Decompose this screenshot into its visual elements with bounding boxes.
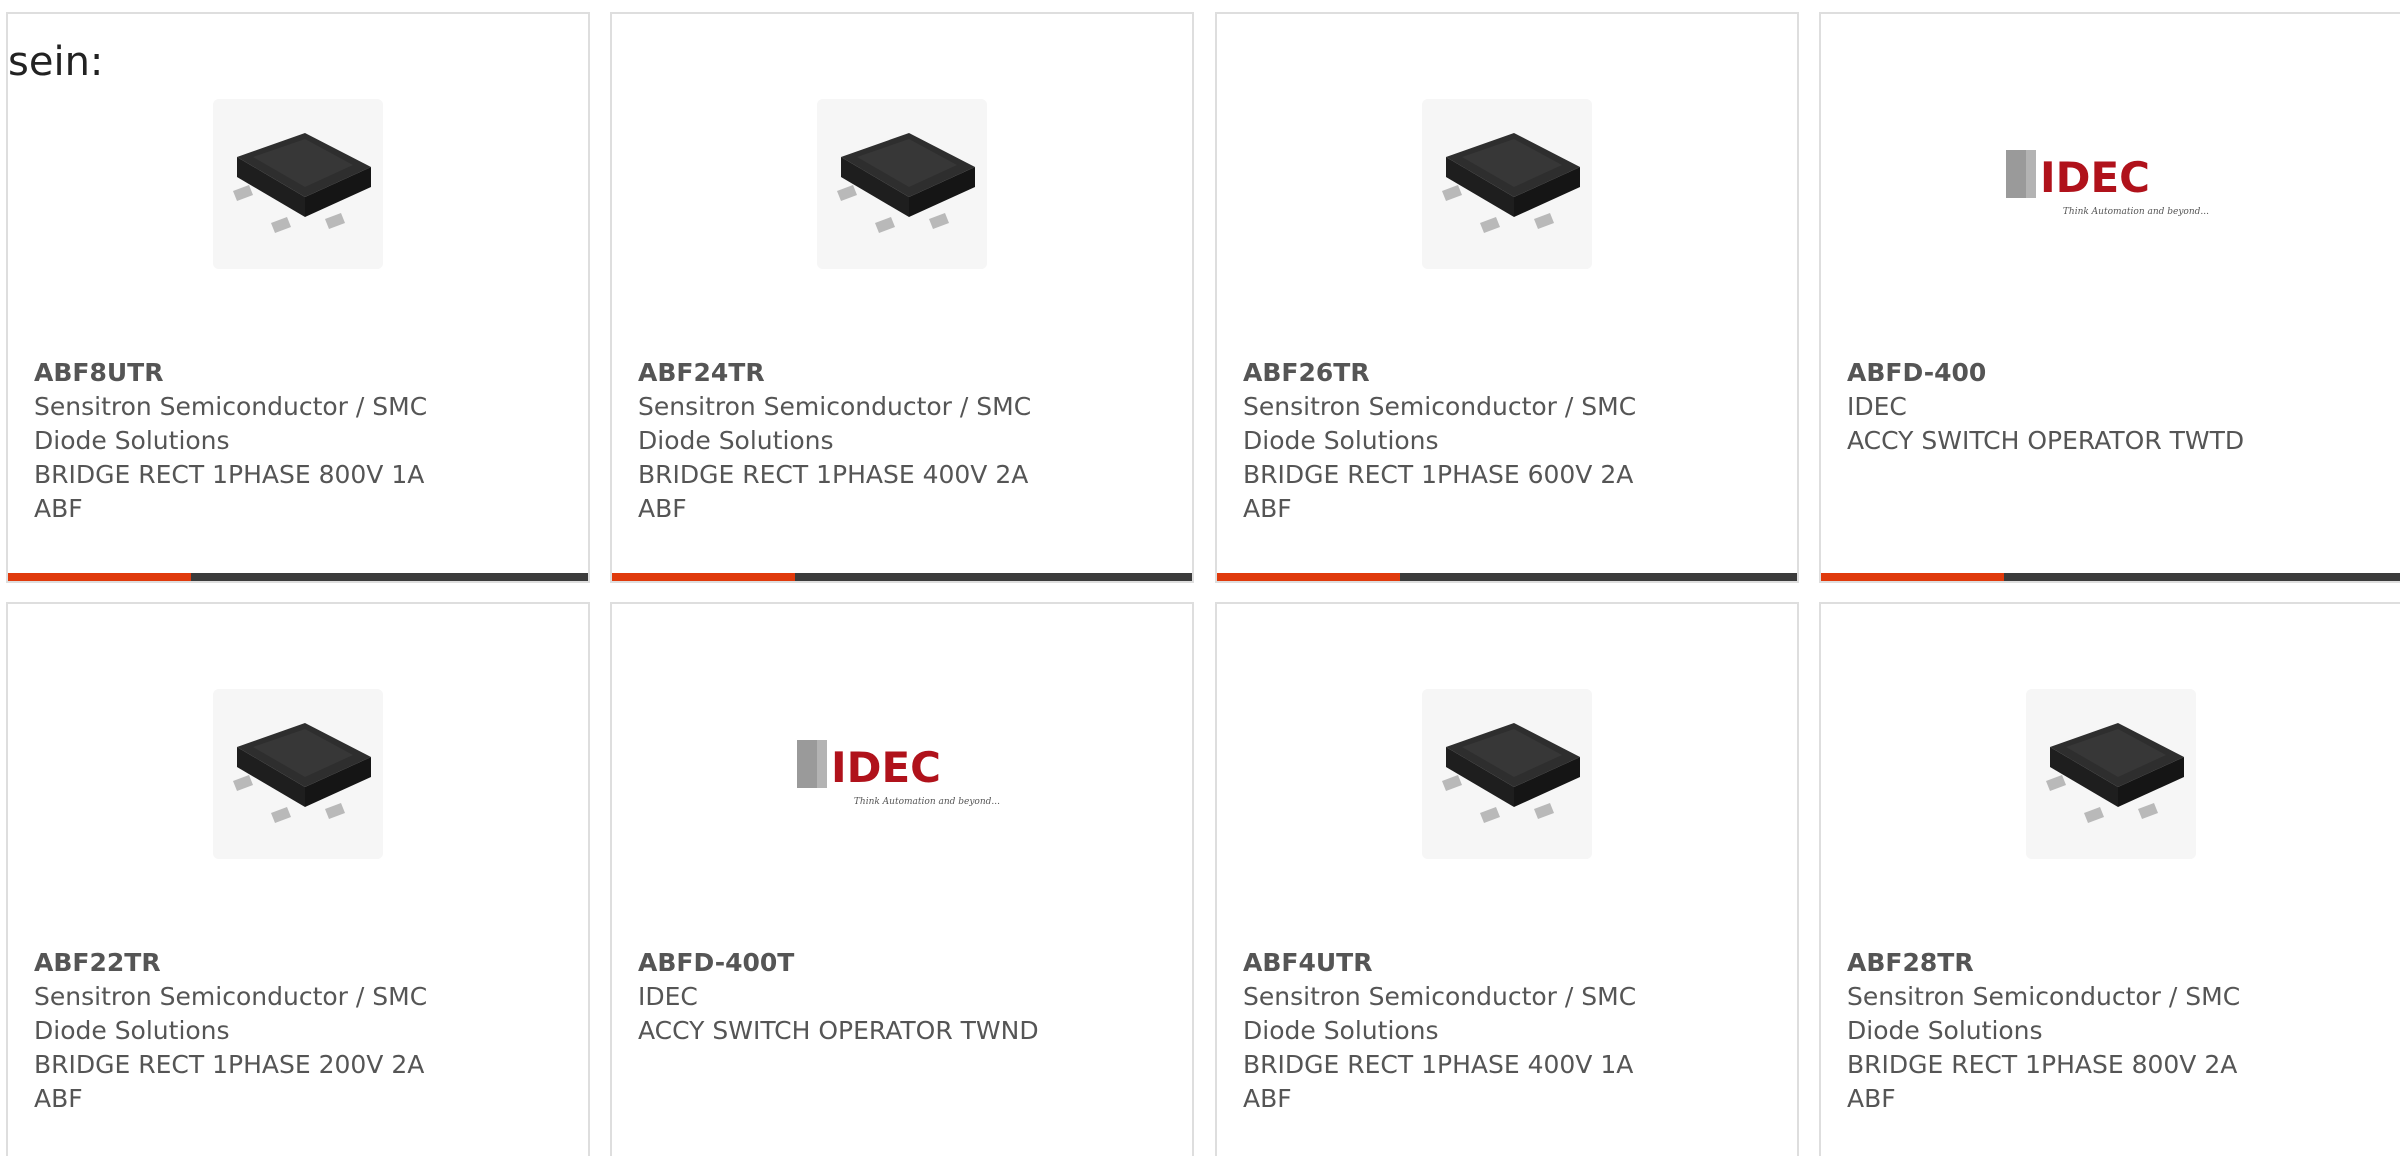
- product-image[interactable]: [1217, 684, 1797, 864]
- product-card[interactable]: ABF4UTR Sensitron Semiconductor / SMC Dio…: [1215, 602, 1799, 1156]
- manufacturer-name: IDEC: [638, 982, 698, 1011]
- manufacturer-name: IDEC: [1847, 392, 1907, 421]
- product-info: ABF8UTR Sensitron Semiconductor / SMC Dio…: [34, 356, 568, 526]
- product-info: ABFD-400T IDEC ACCY SWITCH OPERATOR TWND: [638, 946, 1172, 1048]
- card-accent-bar: [1217, 573, 1400, 581]
- manufacturer-name: Sensitron Semiconductor / SMC Diode Solu…: [34, 982, 428, 1045]
- part-number[interactable]: ABFD-400: [1847, 356, 2381, 390]
- part-number[interactable]: ABF24TR: [638, 356, 1172, 390]
- product-image[interactable]: [1217, 94, 1797, 274]
- card-bottom-bar: [1217, 573, 1797, 581]
- manufacturer-name: Sensitron Semiconductor / SMC Diode Solu…: [1243, 982, 1637, 1045]
- bridge-rectifier-chip-icon: [817, 99, 987, 269]
- product-image[interactable]: [612, 94, 1192, 274]
- product-image[interactable]: [8, 684, 588, 864]
- part-number[interactable]: ABF28TR: [1847, 946, 2381, 980]
- card-bottom-bar: [8, 573, 588, 581]
- idec-logo: IDEC Think Automation and beyond...: [794, 734, 1010, 814]
- bridge-rectifier-chip-icon: [2026, 689, 2196, 859]
- card-accent-bar: [612, 573, 795, 581]
- card-accent-bar: [1821, 573, 2004, 581]
- product-description: BRIDGE RECT 1PHASE 600V 2A ABF: [1243, 460, 1634, 523]
- manufacturer-name: Sensitron Semiconductor / SMC Diode Solu…: [34, 392, 428, 455]
- product-card[interactable]: IDEC Think Automation and beyond... ABFD…: [1819, 12, 2400, 583]
- idec-logo: IDEC Think Automation and beyond...: [2003, 144, 2219, 224]
- product-card[interactable]: ABF8UTR Sensitron Semiconductor / SMC Dio…: [6, 12, 590, 583]
- product-card[interactable]: ABF28TR Sensitron Semiconductor / SMC Dio…: [1819, 602, 2400, 1156]
- part-number[interactable]: ABF22TR: [34, 946, 568, 980]
- product-info: ABF22TR Sensitron Semiconductor / SMC Dio…: [34, 946, 568, 1116]
- product-image[interactable]: [1821, 684, 2400, 864]
- manufacturer-name: Sensitron Semiconductor / SMC Diode Solu…: [638, 392, 1032, 455]
- product-info: ABF4UTR Sensitron Semiconductor / SMC Dio…: [1243, 946, 1777, 1116]
- bridge-rectifier-chip-icon: [1422, 99, 1592, 269]
- card-bottom-bar: [1821, 573, 2400, 581]
- card-accent-bar: [8, 573, 191, 581]
- product-description: BRIDGE RECT 1PHASE 400V 2A ABF: [638, 460, 1029, 523]
- product-image[interactable]: IDEC Think Automation and beyond...: [612, 684, 1192, 864]
- part-number[interactable]: ABF8UTR: [34, 356, 568, 390]
- part-number[interactable]: ABF26TR: [1243, 356, 1777, 390]
- product-description: BRIDGE RECT 1PHASE 200V 2A ABF: [34, 1050, 425, 1113]
- product-grid: ABF8UTR Sensitron Semiconductor / SMC Dio…: [0, 0, 2400, 1156]
- manufacturer-name: Sensitron Semiconductor / SMC Diode Solu…: [1243, 392, 1637, 455]
- svg-text:Think Automation and beyond...: Think Automation and beyond...: [2062, 207, 2208, 217]
- product-card[interactable]: ABF22TR Sensitron Semiconductor / SMC Dio…: [6, 602, 590, 1156]
- product-info: ABFD-400 IDEC ACCY SWITCH OPERATOR TWTD: [1847, 356, 2381, 458]
- card-bottom-bar: [612, 573, 1192, 581]
- product-description: BRIDGE RECT 1PHASE 800V 2A ABF: [1847, 1050, 2238, 1113]
- product-description: ACCY SWITCH OPERATOR TWND: [638, 1016, 1039, 1045]
- bridge-rectifier-chip-icon: [213, 689, 383, 859]
- manufacturer-name: Sensitron Semiconductor / SMC Diode Solu…: [1847, 982, 2241, 1045]
- product-grid-page: sein: ABF8UTR Sensitron Semiconductor / S…: [0, 0, 2400, 1156]
- product-image[interactable]: IDEC Think Automation and beyond...: [1821, 94, 2400, 274]
- part-number[interactable]: ABFD-400T: [638, 946, 1172, 980]
- product-info: ABF28TR Sensitron Semiconductor / SMC Dio…: [1847, 946, 2381, 1116]
- product-card[interactable]: IDEC Think Automation and beyond... ABFD…: [610, 602, 1194, 1156]
- product-card[interactable]: ABF26TR Sensitron Semiconductor / SMC Dio…: [1215, 12, 1799, 583]
- bridge-rectifier-chip-icon: [213, 99, 383, 269]
- product-description: BRIDGE RECT 1PHASE 400V 1A ABF: [1243, 1050, 1634, 1113]
- product-description: ACCY SWITCH OPERATOR TWTD: [1847, 426, 2245, 455]
- svg-text:Think Automation and beyond...: Think Automation and beyond...: [853, 797, 999, 807]
- svg-text:IDEC: IDEC: [831, 743, 941, 792]
- svg-text:IDEC: IDEC: [2040, 153, 2150, 202]
- bridge-rectifier-chip-icon: [1422, 689, 1592, 859]
- part-number[interactable]: ABF4UTR: [1243, 946, 1777, 980]
- product-info: ABF24TR Sensitron Semiconductor / SMC Dio…: [638, 356, 1172, 526]
- product-description: BRIDGE RECT 1PHASE 800V 1A ABF: [34, 460, 425, 523]
- product-card[interactable]: ABF24TR Sensitron Semiconductor / SMC Dio…: [610, 12, 1194, 583]
- intro-text: sein:: [8, 39, 104, 85]
- product-image[interactable]: [8, 94, 588, 274]
- product-info: ABF26TR Sensitron Semiconductor / SMC Dio…: [1243, 356, 1777, 526]
